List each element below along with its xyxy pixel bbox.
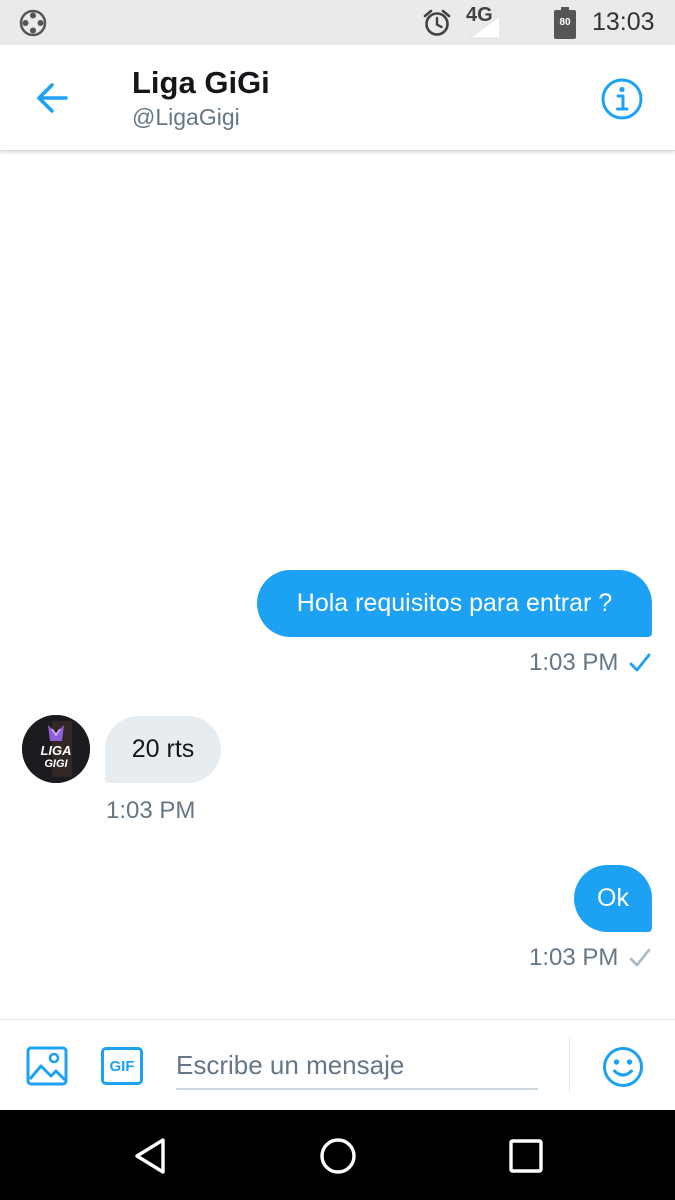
system-navigation-bar	[0, 1110, 675, 1200]
message-text: Ok	[597, 884, 629, 912]
image-icon[interactable]	[26, 1046, 68, 1086]
app-notification-icon	[19, 9, 47, 37]
sent-check-icon	[629, 948, 651, 967]
nav-home-icon[interactable]	[318, 1136, 358, 1176]
alarm-icon	[423, 9, 451, 36]
message-input[interactable]	[176, 1042, 538, 1090]
battery-level: 80	[559, 17, 571, 28]
conversation-handle[interactable]: @LigaGigi	[132, 104, 240, 131]
message-timestamp: 1:03 PM	[529, 649, 619, 676]
nav-recent-icon[interactable]	[506, 1136, 546, 1176]
outgoing-message-bubble[interactable]: Hola requisitos para entrar ?	[257, 570, 652, 637]
arrow-left-icon[interactable]	[30, 75, 76, 121]
incoming-message-bubble[interactable]: 20 rts	[105, 716, 221, 783]
message-text: Hola requisitos para entrar ?	[296, 589, 613, 617]
message-text: 20 rts	[131, 735, 195, 763]
conversation-title[interactable]: Liga GiGi	[132, 65, 270, 101]
avatar-logo-text-2: GIGI	[44, 758, 68, 770]
status-time: 13:03	[592, 8, 655, 36]
emoji-icon[interactable]	[602, 1046, 644, 1088]
message-timestamp: 1:03 PM	[529, 944, 619, 971]
battery-icon: 80	[554, 7, 576, 39]
nav-back-icon[interactable]	[131, 1136, 171, 1176]
network-type-label: 4G	[466, 4, 493, 26]
read-check-icon	[629, 653, 651, 672]
avatar-logo-text: LIGA	[40, 743, 71, 758]
outgoing-message-bubble[interactable]: Ok	[574, 865, 652, 932]
info-icon[interactable]	[600, 77, 644, 121]
composer-divider	[569, 1038, 570, 1092]
gif-icon: GIF	[109, 1057, 135, 1075]
conversation-header: Liga GiGi @LigaGigi	[0, 45, 675, 151]
gif-button[interactable]: GIF	[101, 1047, 143, 1085]
avatar[interactable]: LIGA GIGI	[22, 715, 90, 783]
status-bar: 4G 80 13:03	[0, 0, 675, 45]
message-composer: GIF	[0, 1019, 675, 1110]
signal-4g-icon: 4G	[466, 4, 502, 40]
message-timestamp: 1:03 PM	[106, 797, 196, 824]
